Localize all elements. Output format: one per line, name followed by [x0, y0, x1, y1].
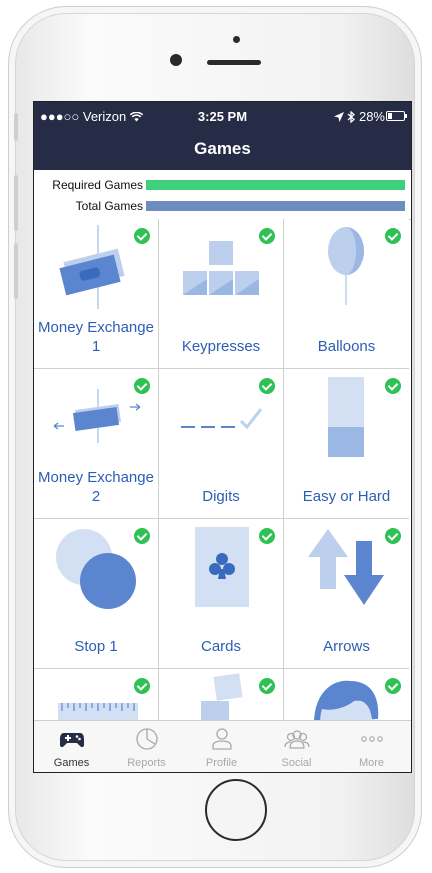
mute-switch [14, 113, 18, 141]
bluetooth-icon [347, 109, 359, 124]
tab-label: Social [281, 757, 312, 769]
tab-more[interactable]: More [334, 721, 409, 772]
game-name: Cards [200, 638, 241, 655]
battery-icon [386, 111, 407, 121]
completed-check-icon [385, 378, 401, 394]
game-name: Keypresses [181, 338, 261, 355]
game-name: Money Exchange 1 [38, 319, 154, 355]
required-games-label: Required Games [52, 178, 143, 192]
completed-check-icon [385, 528, 401, 544]
page-title: Games [194, 139, 251, 158]
tab-label: More [358, 757, 385, 769]
total-games-label: Total Games [75, 199, 143, 213]
status-bar: ●●●○○ Verizon 3:25 PM 28% [34, 102, 411, 130]
required-games-row: Required Games [34, 175, 411, 195]
completed-check-icon [259, 228, 275, 244]
game-name: Arrows [323, 638, 370, 655]
pie-chart-icon [134, 727, 160, 751]
game-tile-cards[interactable]: Cards [159, 519, 284, 669]
game-name: Money Exchange 2 [38, 469, 154, 505]
volume-down-button [14, 243, 18, 299]
person-icon [209, 727, 235, 751]
game-tile-keypresses[interactable]: Keypresses [159, 219, 284, 369]
earpiece-speaker [207, 60, 261, 65]
battery-fill [388, 113, 392, 119]
tab-reports[interactable]: Reports [109, 721, 184, 772]
game-tile-arrows[interactable]: Arrows [284, 519, 409, 669]
completed-check-icon [385, 228, 401, 244]
proximity-sensor [233, 36, 240, 43]
volume-up-button [14, 175, 18, 231]
completed-check-icon [134, 528, 150, 544]
app-screen: ●●●○○ Verizon 3:25 PM 28% Games Required… [33, 101, 412, 773]
tab-social[interactable]: Social [259, 721, 334, 772]
completed-check-icon [385, 678, 401, 694]
completed-check-icon [259, 528, 275, 544]
game-tile-money-exchange-1[interactable]: Money Exchange 1 [34, 219, 159, 369]
game-name: Balloons [317, 338, 376, 355]
more-dots-icon [359, 727, 385, 751]
tab-label: Profile [205, 757, 238, 769]
required-games-fill [146, 180, 405, 190]
games-grid: Money Exchange 1 Keypresses Balloons Mon… [34, 219, 411, 723]
completed-check-icon [259, 378, 275, 394]
front-camera [170, 54, 182, 66]
total-games-row: Total Games [34, 196, 411, 216]
status-right: 28% [333, 109, 385, 124]
game-tile-ruler[interactable] [34, 669, 159, 723]
game-tile-digits[interactable]: Digits [159, 369, 284, 519]
total-games-fill [146, 201, 405, 211]
tab-profile[interactable]: Profile [184, 721, 259, 772]
game-tile-easy-or-hard[interactable]: Easy or Hard [284, 369, 409, 519]
completed-check-icon [134, 378, 150, 394]
completed-check-icon [134, 228, 150, 244]
game-name: Digits [202, 488, 240, 505]
game-tile-stop-1[interactable]: Stop 1 [34, 519, 159, 669]
tab-games[interactable]: Games [34, 721, 109, 772]
face-icon [284, 669, 409, 723]
game-tile-face[interactable] [284, 669, 409, 723]
required-games-track [146, 180, 405, 190]
game-tile-squares[interactable] [159, 669, 284, 723]
home-button[interactable] [205, 779, 267, 841]
game-name: Stop 1 [74, 638, 118, 655]
tab-label: Reports [127, 757, 166, 769]
game-tile-money-exchange-2[interactable]: Money Exchange 2 [34, 369, 159, 519]
total-games-track [146, 201, 405, 211]
tab-bar: Games Reports Profile Social More [34, 720, 411, 772]
completed-check-icon [134, 678, 150, 694]
gamepad-icon [59, 727, 85, 751]
location-arrow-icon [333, 109, 348, 124]
tab-label: Games [53, 757, 90, 769]
game-tile-balloons[interactable]: Balloons [284, 219, 409, 369]
progress-panel: Required Games Total Games [34, 170, 411, 220]
completed-check-icon [259, 678, 275, 694]
group-icon [284, 727, 310, 751]
nav-bar: Games [34, 130, 411, 170]
game-name: Easy or Hard [302, 488, 391, 505]
battery-percentage: 28% [358, 109, 385, 124]
